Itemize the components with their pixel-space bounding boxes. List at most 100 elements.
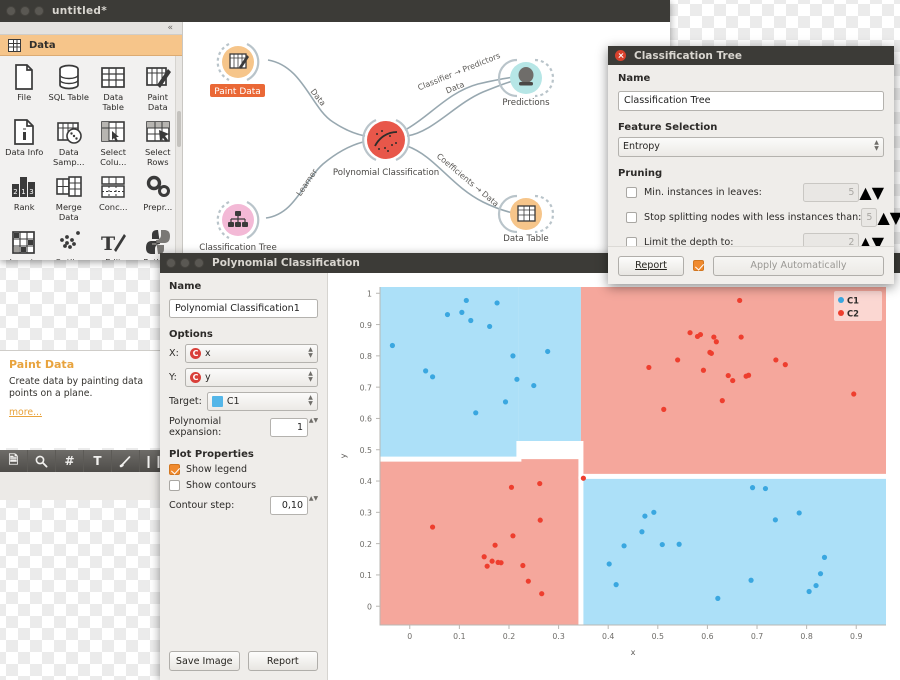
poly-report-button[interactable]: Report <box>247 651 318 671</box>
toolbox-widget-impute[interactable]: Impute <box>2 225 47 260</box>
poly-target-select[interactable]: C1 ▲ ▼ <box>206 392 318 411</box>
scatter-point[interactable] <box>525 578 531 584</box>
scatter-point[interactable] <box>520 562 526 569</box>
toolbox-widget-prepr[interactable]: Prepr... <box>136 170 181 225</box>
scatter-point[interactable] <box>423 368 429 374</box>
poly-show-legend-row[interactable]: Show legend <box>169 464 318 475</box>
scatter-point[interactable] <box>713 339 719 345</box>
scatter-point[interactable] <box>429 374 436 380</box>
scatter-point[interactable] <box>502 399 509 405</box>
toolbox-widget-data-table[interactable]: Data Table <box>91 60 136 115</box>
ct-feature-selection-select[interactable]: Entropy ▲ ▼ <box>618 136 884 157</box>
close-icon[interactable] <box>166 258 176 268</box>
toolbox-widget-sql-table[interactable]: SQL Table <box>47 60 92 115</box>
chevron-updown-icon[interactable]: ▲ ▼ <box>307 395 314 408</box>
scatter-point[interactable] <box>539 591 545 597</box>
scatter-point[interactable] <box>606 561 612 567</box>
scatter-point[interactable] <box>459 309 465 315</box>
toolbox-widget-rank[interactable]: 2 1 3 Rank <box>2 170 47 225</box>
scatter-point[interactable] <box>772 517 778 523</box>
scatter-point[interactable] <box>537 480 543 487</box>
scatter-point[interactable] <box>697 331 704 338</box>
scatter-point[interactable] <box>700 367 707 373</box>
scatter-point[interactable] <box>749 485 756 491</box>
spinner-updown-icon[interactable]: ▲▼ <box>877 208 900 227</box>
scatter-point[interactable] <box>651 509 657 515</box>
apply-automatically-checkbox[interactable] <box>693 260 704 271</box>
search-magnifier-icon[interactable] <box>28 450 56 472</box>
chevron-updown-icon[interactable]: ▲ ▼ <box>307 347 314 360</box>
scatter-point[interactable] <box>468 317 474 324</box>
scatter-point[interactable] <box>737 297 743 304</box>
scatter-point[interactable] <box>687 330 693 336</box>
minimize-icon[interactable] <box>180 258 190 268</box>
scatter-point[interactable] <box>510 533 516 539</box>
toolbox-collapse-bar[interactable]: « <box>0 22 182 35</box>
scatter-point[interactable] <box>646 364 652 371</box>
hash-icon[interactable]: # <box>56 450 84 472</box>
spinner-updown-icon[interactable]: ▲▼ <box>309 496 318 515</box>
stop-splitting-checkbox[interactable] <box>626 211 637 223</box>
scatter-point[interactable] <box>621 543 627 549</box>
scatter-point[interactable] <box>489 558 495 564</box>
scatter-point[interactable] <box>492 542 498 548</box>
scatter-point[interactable] <box>715 595 721 601</box>
show-legend-checkbox[interactable] <box>169 464 180 475</box>
scatter-point[interactable] <box>473 410 479 416</box>
poly-expansion-input[interactable]: 1 <box>270 417 308 437</box>
scatter-point[interactable] <box>762 485 769 492</box>
scatter-point[interactable] <box>813 582 819 589</box>
scatter-point[interactable] <box>537 517 543 523</box>
scatter-point[interactable] <box>821 554 828 560</box>
show-contours-checkbox[interactable] <box>169 480 180 491</box>
scatter-point[interactable] <box>851 391 857 397</box>
toolbox-widget-merge-data[interactable]: Merge Data <box>47 170 92 225</box>
scatter-point[interactable] <box>659 541 665 548</box>
scatter-point[interactable] <box>642 513 648 519</box>
poly-x-select[interactable]: C x ▲ ▼ <box>185 344 318 363</box>
scatter-point[interactable] <box>796 510 802 516</box>
scatter-point[interactable] <box>661 406 667 412</box>
scatter-point[interactable] <box>745 372 752 378</box>
maximize-icon[interactable] <box>194 258 204 268</box>
window-controls[interactable] <box>6 6 44 16</box>
scatter-point[interactable] <box>531 382 537 389</box>
spinner-updown-icon[interactable]: ▲▼ <box>859 183 884 202</box>
description-more-link[interactable]: more... <box>9 407 42 418</box>
scatter-point[interactable] <box>708 350 714 356</box>
minimize-icon[interactable] <box>20 6 30 16</box>
scatter-point[interactable] <box>711 334 717 340</box>
save-image-button[interactable]: Save Image <box>169 651 240 671</box>
scatter-point[interactable] <box>463 297 469 304</box>
toolbox-widget-select-colu[interactable]: Select Colu... <box>91 115 136 170</box>
scatter-point[interactable] <box>730 377 736 384</box>
scatter-point[interactable] <box>748 577 754 583</box>
apply-automatically-button[interactable]: Apply Automatically <box>713 255 884 276</box>
poly-show-contours-row[interactable]: Show contours <box>169 480 318 491</box>
poly-y-select[interactable]: C y ▲ ▼ <box>185 368 318 387</box>
toolbox-widget-conc[interactable]: Conc... <box>91 170 136 225</box>
spinner-updown-icon[interactable]: ▲▼ <box>309 417 318 437</box>
scatter-point[interactable] <box>806 588 812 595</box>
contour-step-input[interactable]: 0,10 <box>270 496 308 515</box>
ct-pruning-row-1[interactable]: Stop splitting nodes with less instances… <box>618 207 900 227</box>
scatter-point[interactable] <box>510 353 516 359</box>
ct-pruning-row-0[interactable]: Min. instances in leaves: 5 ▲▼ <box>618 182 884 202</box>
scatter-point[interactable] <box>487 323 493 330</box>
toolbox-scrollbar[interactable] <box>175 56 182 260</box>
scatter-point[interactable] <box>817 571 824 577</box>
poly-name-input[interactable] <box>169 299 318 318</box>
scatter-point[interactable] <box>494 300 500 306</box>
info-report-icon[interactable]: 🗎 <box>0 450 28 472</box>
ct-report-button[interactable]: Report <box>618 255 684 276</box>
scatter-point[interactable] <box>429 524 436 530</box>
scatter-point[interactable] <box>613 582 619 588</box>
toolbox-widget-data-info[interactable]: Data Info <box>2 115 47 170</box>
scatter-point[interactable] <box>481 554 487 560</box>
scatter-point[interactable] <box>676 541 682 547</box>
scatter-point[interactable] <box>719 398 725 404</box>
scatter-point[interactable] <box>580 475 586 481</box>
pencil-tool-icon[interactable] <box>112 450 140 472</box>
chevron-updown-icon[interactable]: ▲ ▼ <box>307 371 314 384</box>
scatter-point[interactable] <box>639 529 645 535</box>
